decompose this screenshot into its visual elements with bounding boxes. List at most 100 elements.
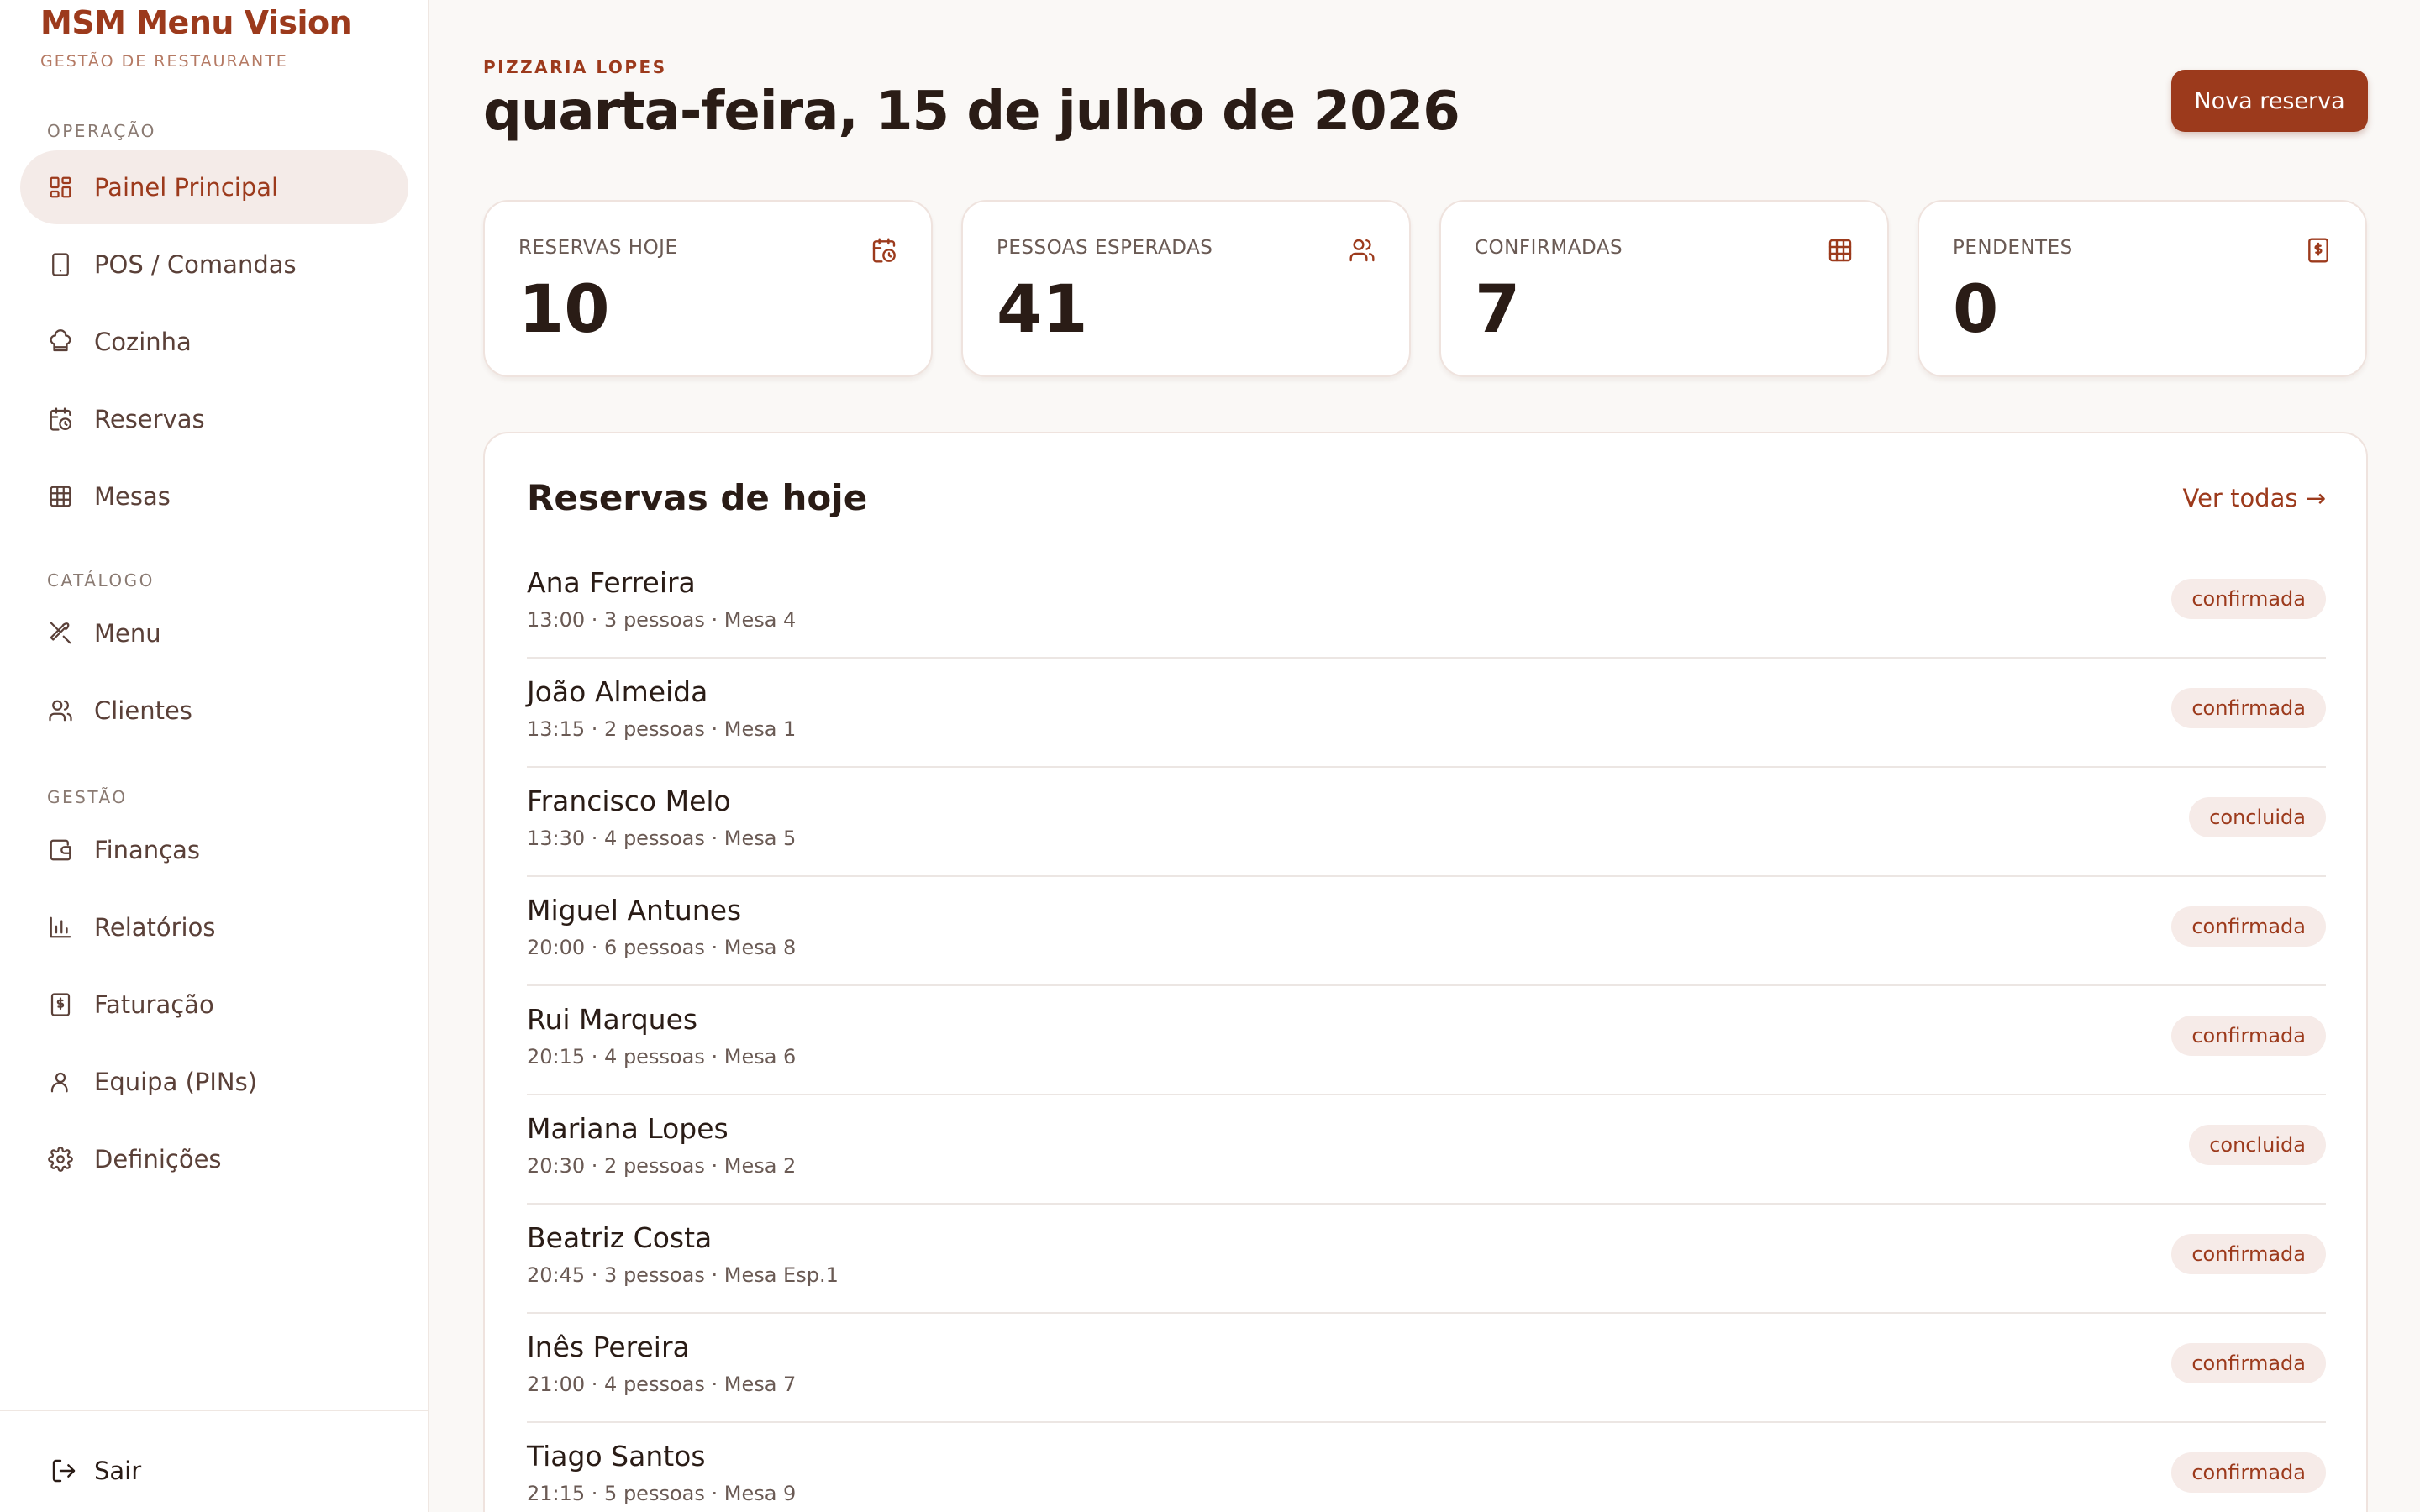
stat-value: 10 — [518, 272, 610, 348]
sidebar-item-painel-principal[interactable]: Painel Principal — [20, 150, 408, 224]
sidebar-item-relatorios[interactable]: Relatórios — [20, 890, 408, 964]
reservation-meta: 20:15 · 4 pessoas · Mesa 6 — [527, 1045, 797, 1068]
reservation-meta: 20:45 · 3 pessoas · Mesa Esp.1 — [527, 1263, 839, 1287]
bar-chart-icon — [47, 914, 74, 941]
status-badge: confirmada — [2171, 1016, 2326, 1056]
restaurant-name: PIZZARIA LOPES — [483, 57, 667, 77]
main-content: PIZZARIA LOPES quarta-feira, 15 de julho… — [429, 0, 2420, 1512]
new-reservation-button[interactable]: Nova reserva — [2171, 70, 2368, 132]
nav-heading: CATÁLOGO — [47, 570, 155, 591]
list-item[interactable]: Miguel Antunes 20:00 · 6 pessoas · Mesa … — [527, 877, 2326, 986]
stat-label: PESSOAS ESPERADAS — [997, 237, 1213, 259]
sidebar-item-label: Definições — [94, 1145, 222, 1173]
sidebar-item-label: Finanças — [94, 836, 200, 864]
reservation-name: Miguel Antunes — [527, 894, 742, 927]
status-badge: confirmada — [2171, 1343, 2326, 1383]
reservations-list: Ana Ferreira 13:00 · 3 pessoas · Mesa 4 … — [527, 549, 2326, 1512]
status-badge: confirmada — [2171, 579, 2326, 619]
sidebar-item-financas[interactable]: Finanças — [20, 813, 408, 887]
app-root: MSM Menu Vision GESTÃO DE RESTAURANTE OP… — [0, 0, 2420, 1512]
view-all-link[interactable]: Ver todas → — [2183, 484, 2327, 512]
nav-section-operacao: OPERAÇÃO Painel Principal POS / Comandas… — [20, 118, 408, 533]
reservations-panel: Reservas de hoje Ver todas → Ana Ferreir… — [483, 432, 2368, 1512]
sidebar-item-label: POS / Comandas — [94, 250, 297, 279]
status-badge: confirmada — [2171, 1452, 2326, 1493]
sidebar-item-mesas[interactable]: Mesas — [20, 459, 408, 533]
sidebar: MSM Menu Vision GESTÃO DE RESTAURANTE OP… — [0, 0, 429, 1512]
nav-section-catalogo: CATÁLOGO Menu Clientes — [20, 568, 408, 748]
user-icon — [47, 1068, 74, 1095]
list-item[interactable]: Mariana Lopes 20:30 · 2 pessoas · Mesa 2… — [527, 1095, 2326, 1205]
reservation-name: Beatriz Costa — [527, 1221, 713, 1254]
sidebar-item-pos-comandas[interactable]: POS / Comandas — [20, 228, 408, 302]
list-item[interactable]: Rui Marques 20:15 · 4 pessoas · Mesa 6 c… — [527, 986, 2326, 1095]
reservation-name: Inês Pereira — [527, 1331, 690, 1363]
stat-label: RESERVAS HOJE — [518, 237, 678, 259]
sidebar-item-cozinha[interactable]: Cozinha — [20, 305, 408, 379]
chef-hat-icon — [47, 328, 74, 355]
status-badge: concluida — [2189, 797, 2326, 837]
dashboard-icon — [47, 174, 74, 201]
invoice-icon — [47, 991, 74, 1018]
stat-card-reservas-hoje: RESERVAS HOJE 10 — [483, 200, 933, 377]
reservation-meta: 20:00 · 6 pessoas · Mesa 8 — [527, 936, 797, 959]
brand: MSM Menu Vision GESTÃO DE RESTAURANTE — [40, 3, 352, 71]
reservation-name: Mariana Lopes — [527, 1112, 729, 1145]
list-item[interactable]: Ana Ferreira 13:00 · 3 pessoas · Mesa 4 … — [527, 549, 2326, 659]
sidebar-item-label: Mesas — [94, 482, 171, 511]
brand-title: MSM Menu Vision — [40, 4, 352, 41]
list-item[interactable]: Beatriz Costa 20:45 · 3 pessoas · Mesa E… — [527, 1205, 2326, 1314]
sidebar-item-reservas[interactable]: Reservas — [20, 382, 408, 456]
sidebar-item-faturacao[interactable]: Faturação — [20, 968, 408, 1042]
reservation-name: João Almeida — [527, 675, 708, 708]
logout-button[interactable]: Sair — [50, 1457, 141, 1485]
stat-card-confirmadas: CONFIRMADAS 7 — [1439, 200, 1889, 377]
nav-heading: GESTÃO — [47, 787, 128, 807]
reservation-meta: 20:30 · 2 pessoas · Mesa 2 — [527, 1154, 797, 1178]
list-item[interactable]: Francisco Melo 13:30 · 4 pessoas · Mesa … — [527, 768, 2326, 877]
panel-title: Reservas de hoje — [527, 477, 868, 518]
reservation-meta: 13:00 · 3 pessoas · Mesa 4 — [527, 608, 797, 632]
grid-icon — [47, 483, 74, 510]
sidebar-item-clientes[interactable]: Clientes — [20, 674, 408, 748]
sidebar-item-menu[interactable]: Menu — [20, 596, 408, 670]
reservation-name: Tiago Santos — [527, 1440, 706, 1473]
logout-label: Sair — [94, 1457, 142, 1485]
sidebar-item-definicoes[interactable]: Definições — [20, 1122, 408, 1196]
stat-label: CONFIRMADAS — [1475, 237, 1623, 259]
invoice-icon — [2305, 237, 2332, 264]
list-item[interactable]: Inês Pereira 21:00 · 4 pessoas · Mesa 7 … — [527, 1314, 2326, 1423]
reservation-name: Francisco Melo — [527, 785, 731, 817]
grid-icon — [1827, 237, 1854, 264]
reservation-meta: 13:15 · 2 pessoas · Mesa 1 — [527, 717, 797, 741]
reservation-meta: 13:30 · 4 pessoas · Mesa 5 — [527, 827, 797, 850]
wallet-icon — [47, 837, 74, 864]
sidebar-footer: Sair — [0, 1410, 428, 1512]
brand-subtitle: GESTÃO DE RESTAURANTE — [40, 52, 288, 71]
reservation-meta: 21:00 · 4 pessoas · Mesa 7 — [527, 1373, 797, 1396]
stat-label: PENDENTES — [1953, 237, 2073, 259]
stat-card-pendentes: PENDENTES 0 — [1918, 200, 2367, 377]
sidebar-item-equipa[interactable]: Equipa (PINs) — [20, 1045, 408, 1119]
nav-section-gestao: GESTÃO Finanças Relatórios Faturação Equ… — [20, 785, 408, 1196]
reservation-meta: 21:15 · 5 pessoas · Mesa 9 — [527, 1482, 797, 1505]
users-icon — [47, 697, 74, 724]
list-item[interactable]: Tiago Santos 21:15 · 5 pessoas · Mesa 9 … — [527, 1423, 2326, 1512]
sidebar-item-label: Cozinha — [94, 328, 192, 356]
status-badge: confirmada — [2171, 688, 2326, 728]
sidebar-item-label: Equipa (PINs) — [94, 1068, 258, 1096]
status-badge: confirmada — [2171, 1234, 2326, 1274]
list-item[interactable]: João Almeida 13:15 · 2 pessoas · Mesa 1 … — [527, 659, 2326, 768]
calendar-clock-icon — [871, 237, 897, 264]
reservation-name: Ana Ferreira — [527, 566, 696, 599]
utensils-icon — [47, 620, 74, 647]
status-badge: confirmada — [2171, 906, 2326, 947]
stats-cards: RESERVAS HOJE 10 PESSOAS ESPERADAS 41 CO… — [483, 200, 2367, 377]
tablet-icon — [47, 251, 74, 278]
sidebar-item-label: Faturação — [94, 990, 214, 1019]
reservation-name: Rui Marques — [527, 1003, 698, 1036]
sidebar-item-label: Clientes — [94, 696, 192, 725]
sidebar-item-label: Reservas — [94, 405, 205, 433]
calendar-clock-icon — [47, 406, 74, 433]
logout-icon — [52, 1459, 76, 1483]
